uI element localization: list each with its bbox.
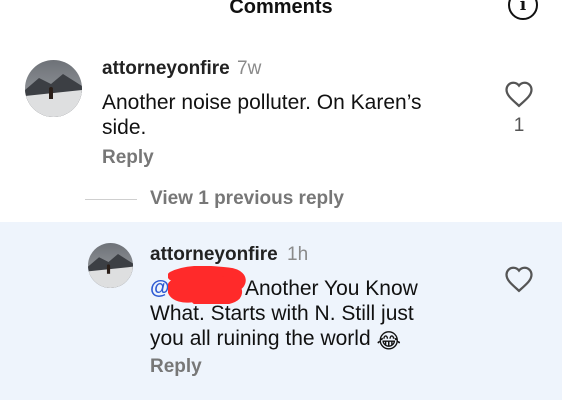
comment-timestamp: 7w — [237, 58, 262, 79]
heart-icon[interactable] — [504, 265, 534, 293]
info-glyph: i — [519, 0, 527, 15]
reply-text-line: Another You Know — [245, 277, 418, 300]
reply-text: Another You Know What. Starts with N. St… — [150, 276, 418, 353]
comments-header: Comments i — [0, 0, 562, 24]
reply-text-line: you all ruining the world 😂 — [150, 327, 402, 353]
like-count: 1 — [513, 115, 525, 136]
reply-username[interactable]: attorneyonfire — [150, 244, 278, 266]
reply-button[interactable]: Reply — [150, 356, 202, 378]
comment-text: Another noise polluter. On Karen’s side. — [102, 90, 421, 140]
reply-text-line: What. Starts with N. Still just — [150, 302, 414, 325]
reply-button[interactable]: Reply — [102, 147, 154, 169]
page-title: Comments — [229, 0, 333, 18]
thread-divider — [85, 199, 137, 200]
comment-text-line: side. — [102, 116, 147, 139]
avatar[interactable] — [88, 243, 133, 288]
heart-icon[interactable] — [504, 80, 534, 108]
avatar[interactable] — [25, 60, 82, 117]
laughing-emoji-icon: 😂 — [376, 330, 402, 353]
comment-text-line: Another noise polluter. On Karen’s — [102, 91, 422, 114]
comment-username[interactable]: attorneyonfire — [102, 58, 230, 80]
view-previous-replies-button[interactable]: View 1 previous reply — [150, 188, 344, 210]
reply-timestamp: 1h — [287, 244, 309, 265]
